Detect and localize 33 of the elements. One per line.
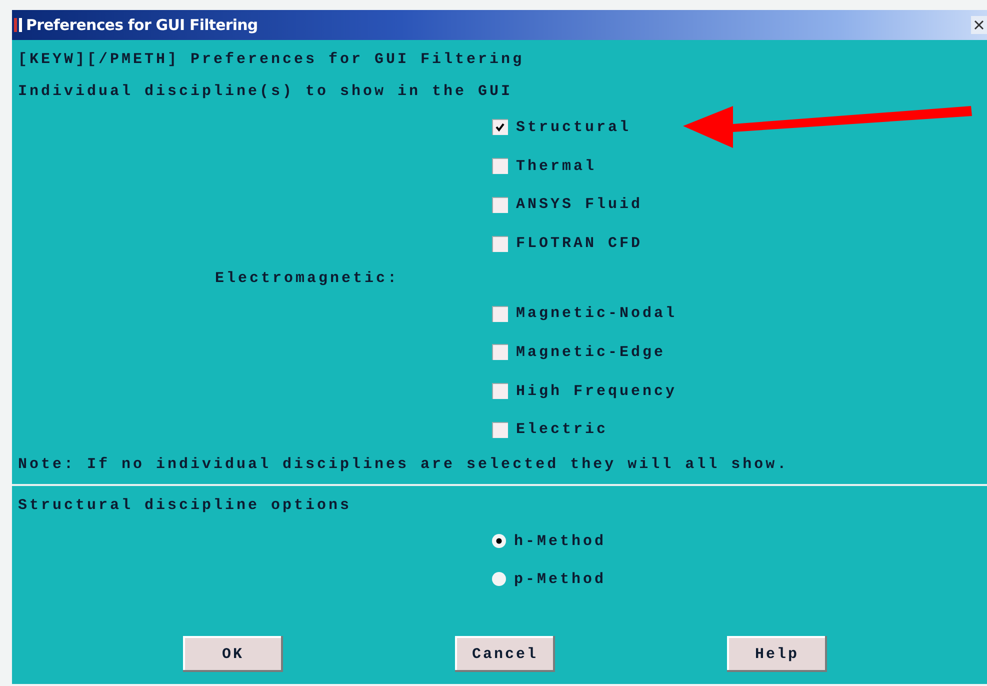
note-text: Note: If no individual disciplines are selected they will all show.	[18, 455, 790, 476]
dialog-button[interactable]: Cancel	[455, 636, 555, 672]
dialog-button[interactable]: OK	[183, 636, 283, 672]
prompt-text: Individual discipline(s) to show in the GUI	[18, 82, 514, 102]
dialog-button[interactable]: Help	[727, 636, 827, 672]
checkbox-label: Magnetic-Edge	[516, 344, 666, 361]
window-menu-icon[interactable]	[14, 18, 22, 32]
checkmark-icon	[495, 122, 505, 132]
checkbox[interactable]	[492, 158, 508, 174]
checkbox[interactable]	[492, 196, 508, 213]
window-title: Preferences for GUI Filtering	[26, 16, 259, 34]
close-button[interactable]	[971, 16, 987, 34]
section-title: Structural discipline options	[18, 496, 353, 516]
command-line: [KEYW][/PMETH] Preferences for GUI Filtering	[18, 50, 526, 70]
checkbox[interactable]	[492, 422, 508, 438]
checkbox-label: Structural	[516, 118, 632, 136]
radio-label: p-Method	[514, 570, 606, 588]
checkbox[interactable]	[492, 236, 508, 252]
checkbox[interactable]	[492, 306, 508, 322]
group-heading: Electromagnetic:	[215, 270, 400, 288]
checkbox[interactable]	[492, 383, 508, 400]
radio-button[interactable]	[492, 572, 506, 586]
checkbox-label: Electric	[516, 421, 608, 438]
checkbox[interactable]	[492, 119, 508, 136]
checkbox-label: ANSYS Fluid	[516, 196, 643, 214]
radio-button[interactable]	[492, 534, 506, 548]
radio-label: h-Method	[514, 532, 606, 550]
checkbox-label: High Frequency	[516, 382, 678, 400]
close-icon	[974, 20, 984, 30]
checkbox-label: Magnetic-Nodal	[516, 305, 678, 322]
checkbox-label: FLOTRAN CFD	[516, 235, 643, 252]
checkbox[interactable]	[492, 344, 508, 360]
checkbox-label: Thermal	[516, 158, 597, 175]
